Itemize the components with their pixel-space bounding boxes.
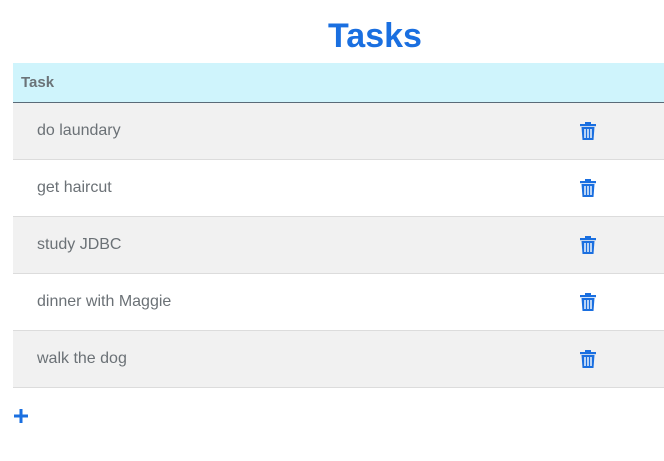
plus-icon[interactable] — [11, 406, 31, 426]
trash-icon[interactable] — [580, 179, 596, 197]
table-header: Task — [13, 63, 664, 103]
task-label: dinner with Maggie — [37, 293, 172, 310]
task-table: Task do laundary get haircut study JDBC — [13, 63, 664, 388]
header-task: Task — [21, 74, 55, 91]
table-row: walk the dog — [13, 331, 664, 388]
trash-icon[interactable] — [580, 293, 596, 311]
page-title: Tasks — [328, 17, 422, 55]
table-row: dinner with Maggie — [13, 274, 664, 331]
task-label: do laundary — [37, 122, 121, 139]
task-label: walk the dog — [37, 350, 127, 367]
task-label: study JDBC — [37, 236, 122, 253]
table-row: do laundary — [13, 103, 664, 160]
trash-icon[interactable] — [580, 122, 596, 140]
table-row: get haircut — [13, 160, 664, 217]
trash-icon[interactable] — [580, 350, 596, 368]
table-row: study JDBC — [13, 217, 664, 274]
trash-icon[interactable] — [580, 236, 596, 254]
task-label: get haircut — [37, 179, 112, 196]
